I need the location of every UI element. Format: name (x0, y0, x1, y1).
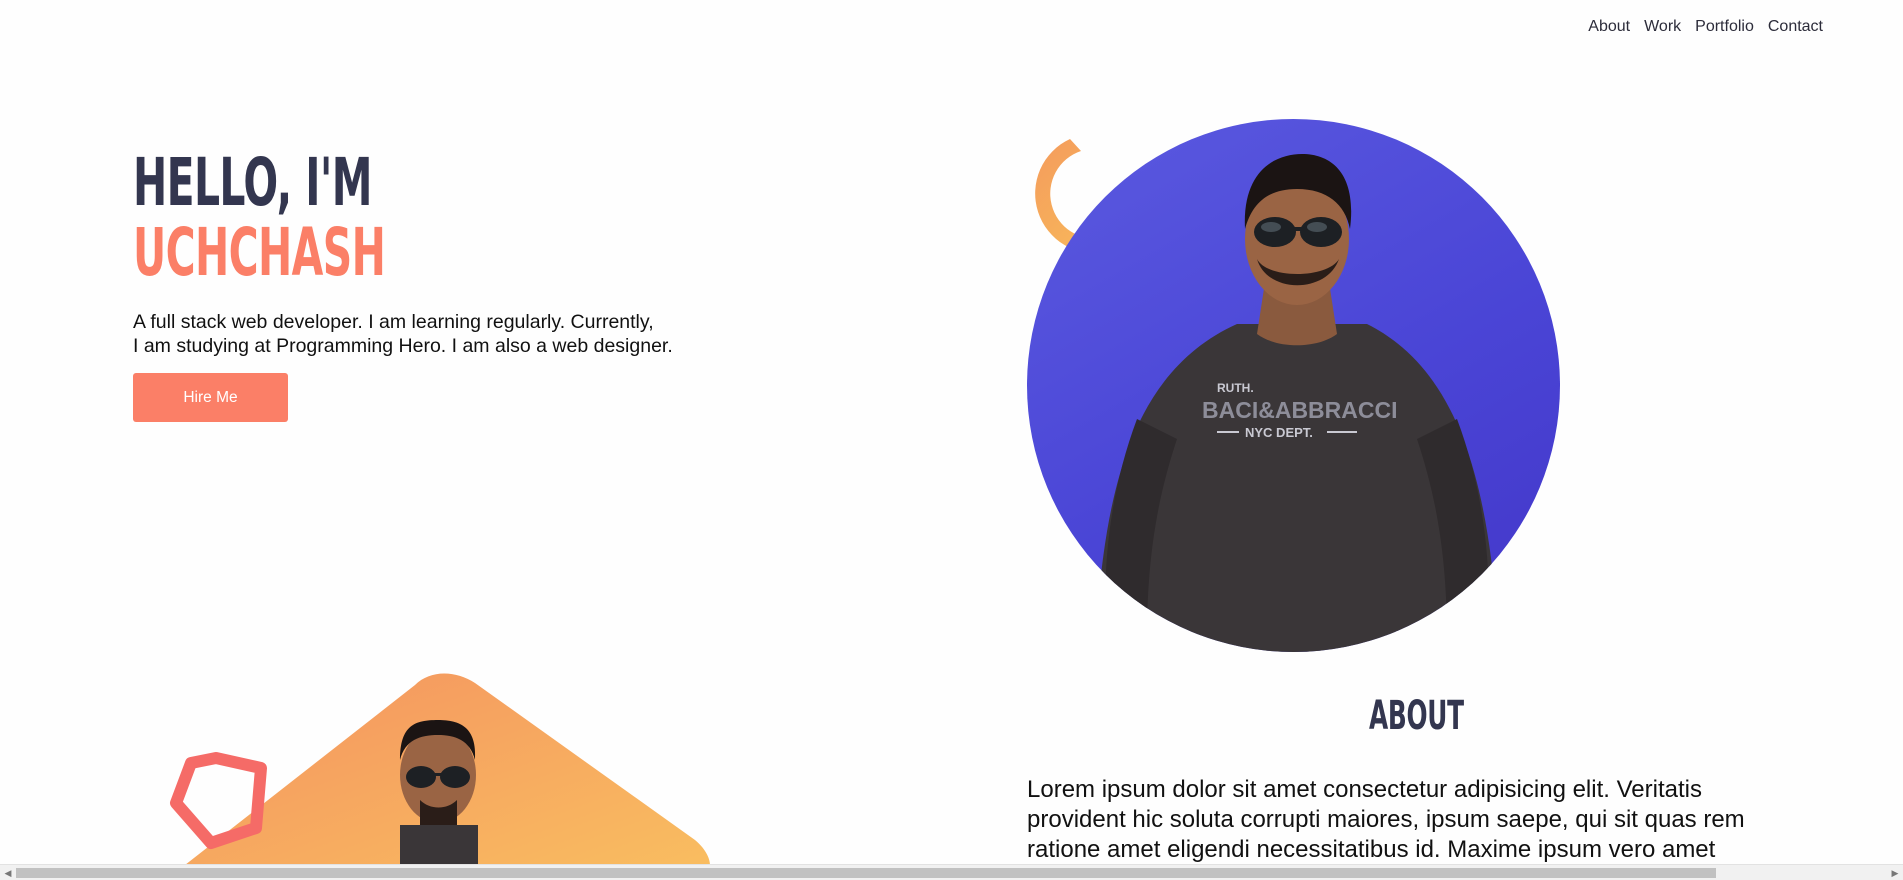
about-text: Lorem ipsum dolor sit amet consectetur a… (1027, 775, 1787, 865)
about-heading: ABOUT (1369, 693, 1464, 739)
shirt-text-1: RUTH. (1217, 381, 1254, 395)
shirt-text-2: BACI&ABBRACCI (1202, 397, 1398, 423)
nav-item-work[interactable]: Work (1644, 18, 1681, 36)
about-text-line: ratione amet eligendi necessitatibus id.… (1027, 836, 1716, 863)
page: About Work Portfolio Contact HELLO, I'M … (0, 0, 1903, 880)
scroll-right-arrow-icon[interactable]: ▶ (1887, 865, 1903, 880)
person-illustration: RUTH. BACI&ABBRACCI NYC DEPT. (1097, 154, 1497, 652)
blob-decoration (170, 673, 710, 865)
hire-me-button[interactable]: Hire Me (133, 373, 288, 422)
horizontal-scrollbar[interactable]: ◀ ▶ (0, 864, 1903, 880)
shirt-text-3: NYC DEPT. (1245, 425, 1313, 440)
about-text-line: Lorem ipsum dolor sit amet consectetur a… (1027, 776, 1702, 803)
hero-description-line: A full stack web developer. I am learnin… (133, 311, 654, 333)
scrollbar-thumb[interactable] (16, 868, 1716, 878)
top-nav: About Work Portfolio Contact (1588, 18, 1823, 36)
hero-name: UCHCHASH (133, 214, 386, 291)
hero-description-line: I am studying at Programming Hero. I am … (133, 335, 673, 357)
hero-title: HELLO, I'M UCHCHASH (133, 144, 386, 291)
nav-item-portfolio[interactable]: Portfolio (1695, 18, 1754, 36)
portrait-photo: RUTH. BACI&ABBRACCI NYC DEPT. (1027, 119, 1560, 652)
nav-item-about[interactable]: About (1588, 18, 1630, 36)
hero-greeting: HELLO, I'M (133, 144, 372, 221)
about-text-line: provident hic soluta corrupti maiores, i… (1027, 806, 1745, 833)
nav-item-contact[interactable]: Contact (1768, 18, 1823, 36)
hero-description: A full stack web developer. I am learnin… (133, 310, 713, 358)
scroll-left-arrow-icon[interactable]: ◀ (0, 865, 16, 880)
